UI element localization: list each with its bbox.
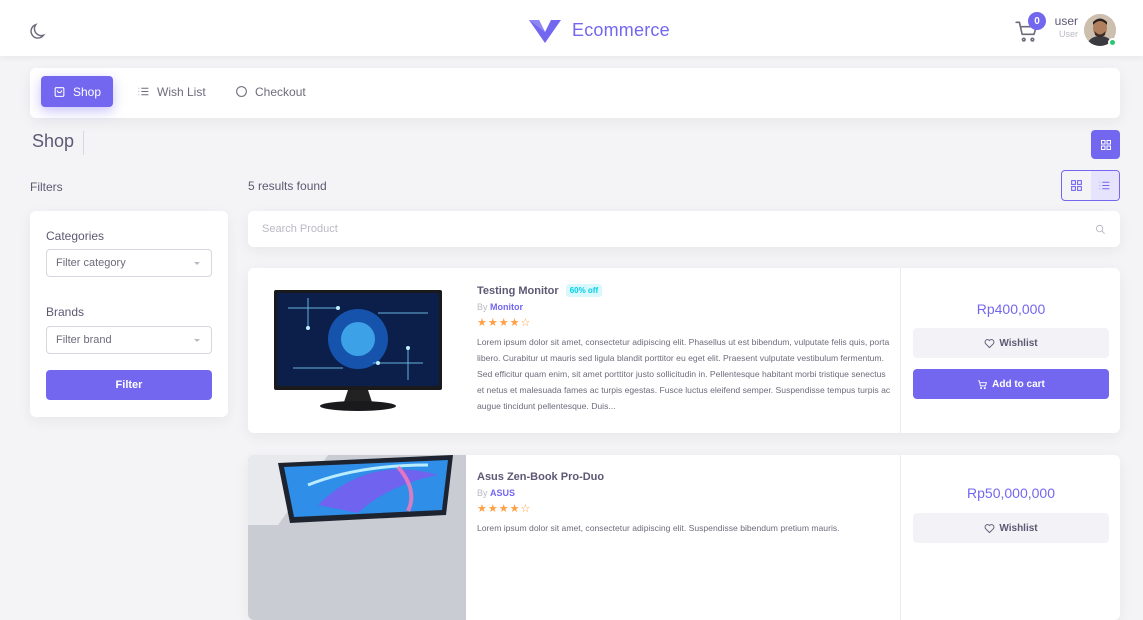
product-brand-line: By Monitor <box>477 302 891 312</box>
brand-name: Ecommerce <box>572 19 670 40</box>
list-view-icon <box>1099 181 1110 190</box>
product-name-row: Testing Monitor 60% off <box>477 284 891 297</box>
discount-badge: 60% off <box>565 284 603 297</box>
rating-stars: ★★★★☆ <box>477 317 532 329</box>
cart-icon <box>978 379 988 389</box>
chevron-down-icon <box>194 339 200 342</box>
results-count: 5 results found <box>248 179 327 193</box>
tab-wish-list-label: Wish List <box>157 84 206 99</box>
by-label: By <box>477 488 488 498</box>
product-details: Testing Monitor 60% off By Monitor ★★★★☆… <box>477 284 891 414</box>
product-price: Rp50,000,000 <box>967 485 1055 501</box>
brand-logo-icon <box>529 20 561 43</box>
product-brand-line: By ASUS <box>477 488 891 498</box>
product-price: Rp400,000 <box>976 301 1046 317</box>
list-view-button[interactable] <box>1090 171 1119 200</box>
filter-sidebar: Categories Filter category Brands Filter… <box>30 211 228 417</box>
filters-heading: Filters <box>30 180 63 194</box>
product-description: Lorem ipsum dolor sit amet, consectetur … <box>477 523 840 533</box>
product-name[interactable]: Testing Monitor <box>477 285 559 297</box>
wishlist-label: Wishlist <box>999 337 1038 349</box>
page-title: Shop <box>32 131 75 151</box>
search-bar <box>248 211 1120 247</box>
filter-button[interactable]: Filter <box>46 370 212 400</box>
search-input[interactable] <box>262 223 962 235</box>
product-card: Testing Monitor 60% off By Monitor ★★★★☆… <box>248 268 1120 433</box>
brand-select[interactable]: Filter brand <box>46 326 212 354</box>
tab-checkout-label: Checkout <box>255 84 306 99</box>
wishlist-button[interactable]: Wishlist <box>913 328 1109 358</box>
tab-checkout[interactable]: Checkout <box>223 76 318 107</box>
product-card: Asus Zen-Book Pro-Duo By ASUS ★★★★☆ Lore… <box>248 455 1120 620</box>
product-description: Lorem ipsum dolor sit amet, consectetur … <box>477 337 891 411</box>
tab-shop-label: Shop <box>73 84 102 99</box>
grid-menu-button[interactable] <box>1091 130 1120 159</box>
add-to-cart-label: Add to cart <box>992 378 1045 390</box>
add-to-cart-button[interactable]: Add to cart <box>913 369 1109 399</box>
rating-stars: ★★★★☆ <box>477 503 532 515</box>
top-navbar: Ecommerce 0 user User <box>0 0 1143 56</box>
product-name[interactable]: Asus Zen-Book Pro-Duo <box>477 471 604 483</box>
wishlist-label: Wishlist <box>999 522 1038 534</box>
online-status-dot <box>1108 38 1117 47</box>
product-details: Asus Zen-Book Pro-Duo By ASUS ★★★★☆ Lore… <box>477 471 891 600</box>
brand-select-placeholder: Filter brand <box>56 334 112 346</box>
heart-icon <box>984 338 995 348</box>
category-select[interactable]: Filter category <box>46 249 212 277</box>
list-icon <box>138 87 149 96</box>
wishlist-button[interactable]: Wishlist <box>913 513 1109 543</box>
product-image[interactable] <box>248 268 466 433</box>
user-name: user <box>1054 14 1078 28</box>
product-actions: Rp400,000 Wishlist Add to cart <box>900 268 1120 433</box>
product-brand[interactable]: ASUS <box>490 488 515 498</box>
grid-icon <box>1100 139 1111 150</box>
cart-count-badge: 0 <box>1028 12 1046 30</box>
brand[interactable]: Ecommerce <box>528 16 670 44</box>
user-role: User <box>1058 29 1078 39</box>
title-divider <box>83 131 84 155</box>
tab-wish-list[interactable]: Wish List <box>125 76 218 107</box>
bag-icon <box>54 87 65 97</box>
product-name-row: Asus Zen-Book Pro-Duo <box>477 471 891 483</box>
brands-heading: Brands <box>46 305 85 319</box>
product-actions: Rp50,000,000 Wishlist <box>900 455 1120 620</box>
heart-icon <box>984 523 995 533</box>
category-select-placeholder: Filter category <box>56 257 126 269</box>
grid-view-icon <box>1070 180 1082 191</box>
by-label: By <box>477 302 488 312</box>
view-toggle <box>1061 170 1120 201</box>
chevron-down-icon <box>194 262 200 265</box>
product-image[interactable] <box>248 455 466 620</box>
horizontal-menu: Shop Wish List Checkout <box>30 68 1120 118</box>
categories-heading: Categories <box>46 229 105 243</box>
search-icon[interactable] <box>1095 224 1106 235</box>
grid-view-button[interactable] <box>1062 171 1091 200</box>
user-info[interactable]: user User <box>1054 15 1078 40</box>
circle-icon <box>236 86 247 97</box>
moon-icon[interactable] <box>27 21 49 43</box>
tab-shop[interactable]: Shop <box>41 76 114 107</box>
product-brand[interactable]: Monitor <box>490 302 523 312</box>
